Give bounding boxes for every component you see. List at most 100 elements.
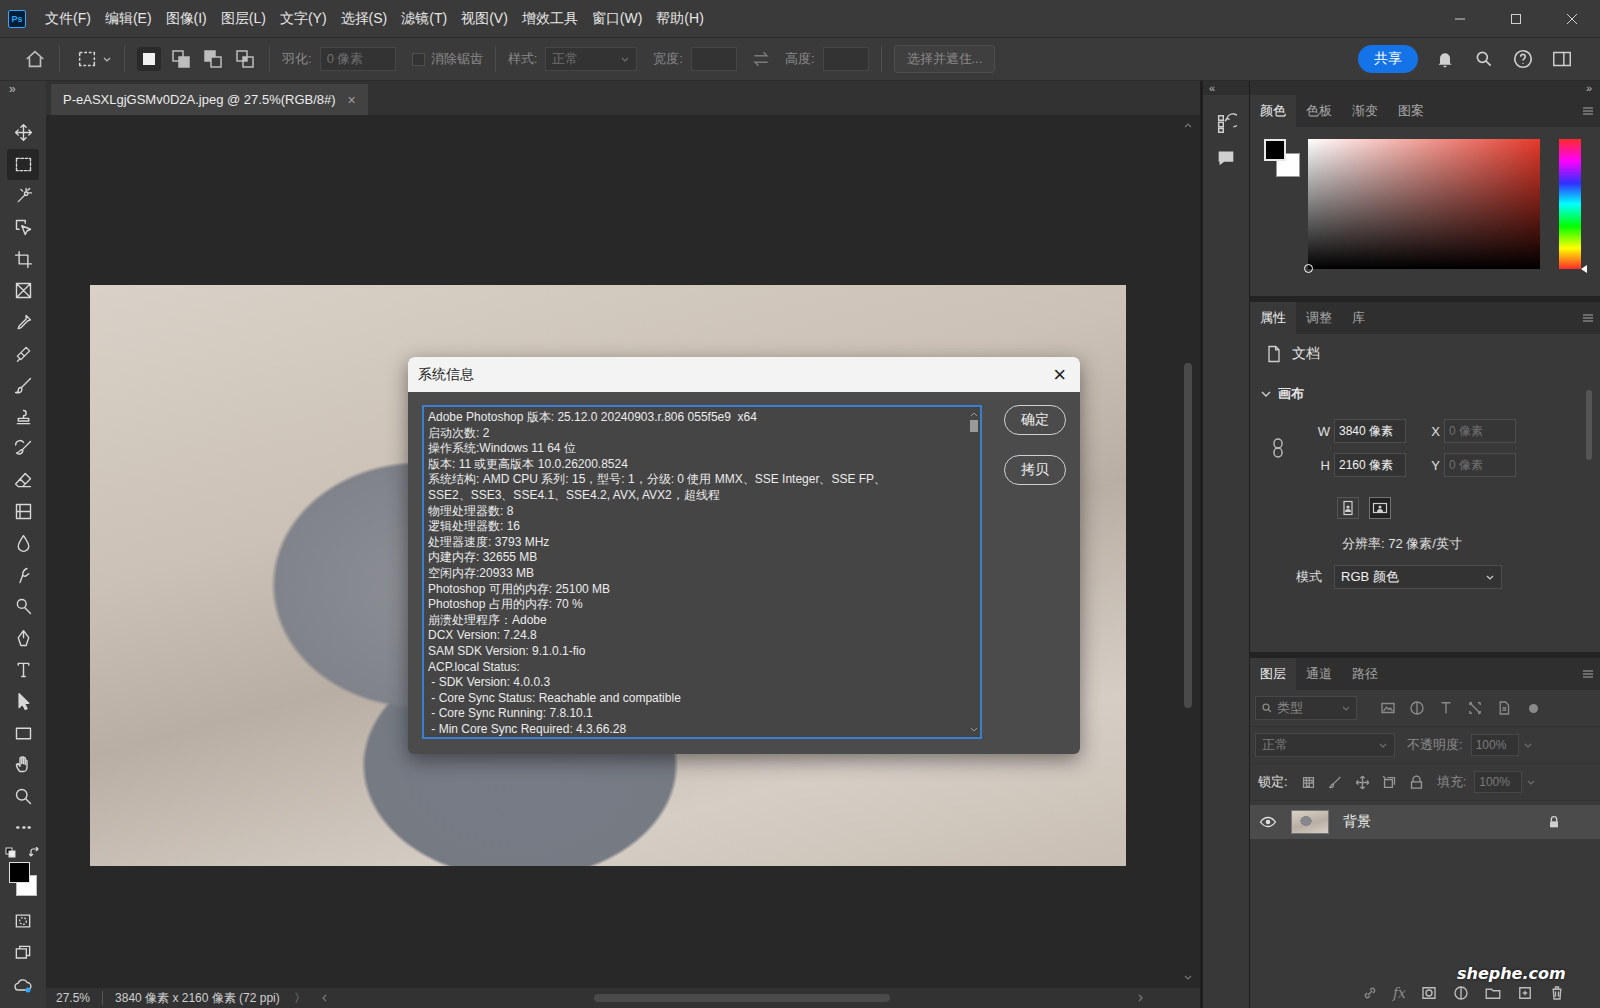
layer-style-button[interactable]: fx — [1393, 985, 1406, 1001]
vertical-scrollbar[interactable] — [1181, 115, 1195, 988]
tool-button[interactable] — [7, 749, 39, 781]
orientation-button[interactable] — [1337, 497, 1359, 519]
dialog-button[interactable]: 确定 — [1004, 405, 1066, 435]
filter-icon[interactable] — [1379, 699, 1397, 717]
hue-slider-marker[interactable] — [1581, 265, 1587, 273]
lock-option-icon[interactable] — [1327, 774, 1344, 791]
share-for-review-button[interactable] — [7, 969, 39, 1001]
workspace-button[interactable] — [1550, 47, 1574, 71]
arrow-up-icon[interactable] — [970, 411, 978, 417]
zoom-level[interactable]: 27.5% — [56, 991, 90, 1005]
tool-preset-picker[interactable] — [72, 48, 112, 70]
quick-mask-button[interactable] — [7, 906, 39, 938]
scroll-thumb[interactable] — [1586, 390, 1592, 460]
style-dropdown[interactable]: 正常 — [545, 47, 637, 71]
tool-button[interactable] — [7, 243, 39, 275]
fill-input[interactable]: 100% — [1474, 771, 1522, 793]
orientation-button[interactable] — [1369, 497, 1391, 519]
filter-icon[interactable] — [1437, 699, 1455, 717]
checkbox[interactable] — [412, 53, 425, 66]
layer-action-icon[interactable] — [1484, 984, 1502, 1002]
arrow-up-icon[interactable] — [1183, 121, 1193, 129]
menu-item[interactable]: 图像(I) — [159, 0, 214, 37]
tool-button[interactable] — [7, 686, 39, 718]
link-dimensions-button[interactable] — [1268, 438, 1288, 458]
chevron-down-icon[interactable] — [1523, 740, 1533, 750]
link-layers-icon[interactable] — [1361, 984, 1379, 1002]
close-tab-button[interactable]: × — [348, 92, 356, 108]
tool-button[interactable] — [7, 180, 39, 212]
search-button[interactable] — [1472, 47, 1496, 71]
horizontal-scrollbar[interactable] — [320, 993, 1145, 1003]
collapse-toggle[interactable]: » — [0, 81, 16, 97]
hue-slider[interactable] — [1559, 139, 1581, 269]
feather-input[interactable]: 0 像素 — [320, 47, 396, 71]
lock-option-icon[interactable] — [1300, 774, 1317, 791]
field-input[interactable]: 0 像素 — [1444, 453, 1516, 477]
arrow-down-icon[interactable] — [970, 727, 978, 733]
comments-button[interactable] — [1209, 143, 1243, 173]
arrow-left-icon[interactable] — [320, 993, 328, 1003]
foreground-color-swatch[interactable] — [9, 862, 30, 883]
color-picker-marker[interactable] — [1304, 264, 1313, 273]
layer-action-icon[interactable] — [1548, 984, 1566, 1002]
lock-option-icon[interactable] — [1354, 774, 1371, 791]
lock-icon[interactable] — [1546, 814, 1562, 830]
tool-button[interactable] — [7, 465, 39, 497]
chevron-down-icon[interactable] — [1526, 777, 1536, 787]
help-button[interactable] — [1511, 47, 1535, 71]
menu-item[interactable]: 帮助(H) — [649, 0, 710, 37]
panel-tab[interactable]: 图层 — [1250, 658, 1296, 690]
text-scrollbar[interactable] — [968, 407, 980, 737]
panel-tab[interactable]: 属性 — [1250, 302, 1296, 334]
layer-row[interactable]: 背景 — [1250, 805, 1600, 839]
eye-icon[interactable] — [1259, 813, 1277, 831]
arrow-down-icon[interactable] — [1183, 974, 1193, 982]
maximize-button[interactable] — [1488, 0, 1544, 37]
filter-toggle[interactable] — [1529, 704, 1538, 713]
menu-item[interactable]: 窗口(W) — [585, 0, 650, 37]
blend-mode-dropdown[interactable]: 正常 — [1255, 733, 1395, 757]
selection-mode-button[interactable] — [137, 47, 161, 71]
tool-button[interactable] — [7, 496, 39, 528]
saturation-brightness-field[interactable] — [1308, 139, 1540, 269]
filter-icon[interactable] — [1466, 699, 1484, 717]
panel-menu-icon[interactable] — [1582, 106, 1594, 116]
tool-button[interactable] — [7, 591, 39, 623]
select-and-mask-button[interactable]: 选择并遮住... — [894, 45, 996, 73]
field-input[interactable]: 3840 像素 — [1334, 419, 1406, 443]
close-button[interactable] — [1544, 0, 1600, 37]
opacity-input[interactable]: 100% — [1471, 734, 1519, 756]
share-button[interactable]: 共享 — [1358, 45, 1418, 73]
dialog-close-button[interactable]: × — [1053, 364, 1066, 386]
layer-filter-dropdown[interactable]: 类型 — [1255, 696, 1357, 720]
menu-item[interactable]: 选择(S) — [334, 0, 395, 37]
panel-menu-icon[interactable] — [1582, 669, 1594, 679]
menu-item[interactable]: 编辑(E) — [98, 0, 159, 37]
properties-scrollbar[interactable] — [1584, 390, 1594, 612]
tool-button[interactable] — [7, 275, 39, 307]
tool-button[interactable] — [7, 212, 39, 244]
tool-button[interactable] — [7, 780, 39, 812]
screen-mode-button[interactable] — [7, 937, 39, 969]
antialias-checkbox[interactable]: 消除锯齿 — [412, 50, 483, 68]
selection-mode-button[interactable] — [233, 47, 257, 71]
panel-menu-icon[interactable] — [1582, 313, 1594, 323]
field-input[interactable]: 0 像素 — [1444, 419, 1516, 443]
tool-button[interactable] — [7, 433, 39, 465]
panel-tab[interactable]: 库 — [1342, 302, 1375, 334]
panel-tab[interactable]: 渐变 — [1342, 95, 1388, 127]
menu-item[interactable]: 图层(L) — [214, 0, 273, 37]
field-input[interactable]: 2160 像素 — [1334, 453, 1406, 477]
system-info-text[interactable]: Adobe Photoshop 版本: 25.12.0 20240903.r.8… — [422, 405, 982, 739]
layer-action-icon[interactable] — [1452, 984, 1470, 1002]
scroll-thumb[interactable] — [1184, 363, 1192, 708]
panel-tab[interactable]: 调整 — [1296, 302, 1342, 334]
tool-button[interactable] — [7, 528, 39, 560]
tool-button[interactable] — [7, 117, 39, 149]
tool-button[interactable] — [7, 812, 39, 844]
panel-tab[interactable]: 颜色 — [1250, 95, 1296, 127]
tool-button[interactable] — [7, 559, 39, 591]
menu-item[interactable]: 滤镜(T) — [394, 0, 454, 37]
selection-mode-button[interactable] — [201, 47, 225, 71]
